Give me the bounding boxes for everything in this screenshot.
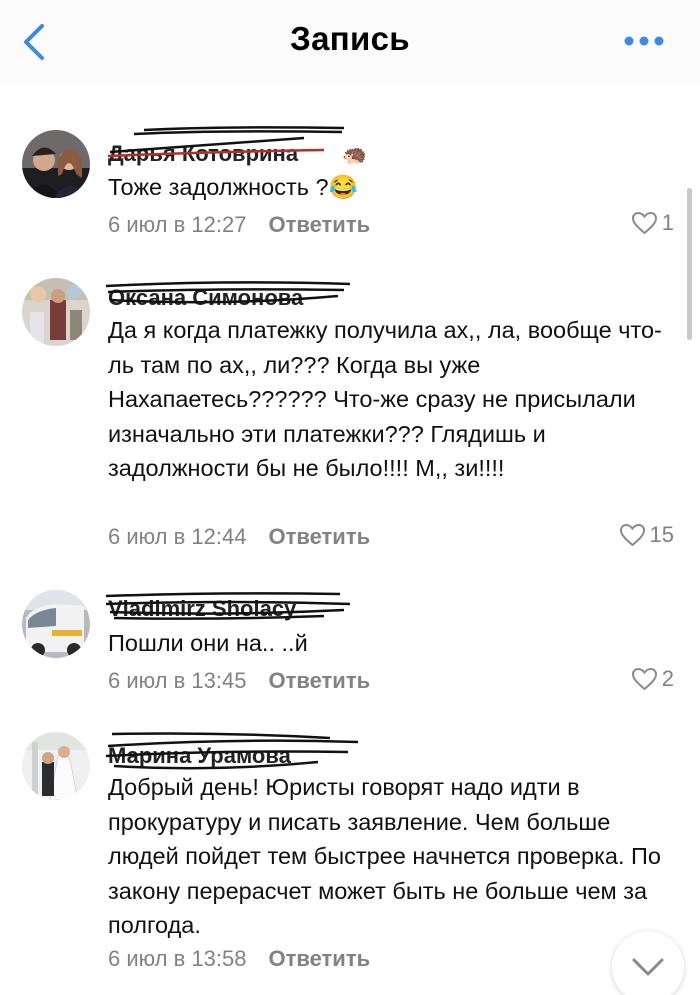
reply-button[interactable]: Ответить [268, 668, 370, 693]
like-count: 2 [661, 666, 674, 691]
like-button[interactable]: 1 [631, 210, 674, 236]
comment-meta: 6 июл в 13:45 Ответить [108, 668, 370, 694]
comment-text: Добрый день! Юристы говорят надо идти в … [108, 774, 661, 938]
reply-button[interactable]: Ответить [268, 524, 370, 549]
scrollbar[interactable] [687, 188, 692, 340]
comment-text: Да я когда платежку получила ах,, ла, во… [108, 317, 662, 481]
comment-text: Пошли они на.. ..й [108, 630, 308, 656]
comment-text: Тоже задолжность ?😂 [108, 174, 358, 200]
heart-icon [619, 523, 645, 547]
avatar[interactable] [22, 278, 90, 346]
comment-time: 6 июл в 12:27 [108, 212, 247, 237]
comment-meta: 6 июл в 12:44 Ответить [108, 524, 370, 550]
avatar[interactable] [22, 130, 90, 198]
more-dots-icon [624, 36, 664, 46]
comment-time: 6 июл в 12:44 [108, 524, 247, 549]
hedgehog-emoji: 🦔 [342, 144, 367, 166]
reply-button[interactable]: Ответить [268, 212, 370, 237]
comment-author[interactable]: Дарья Котоврина [108, 141, 298, 167]
chevron-down-icon [632, 958, 664, 976]
heart-icon [631, 211, 657, 235]
like-count: 1 [661, 210, 674, 235]
more-button[interactable] [622, 34, 666, 48]
heart-icon [631, 667, 657, 691]
like-count: 15 [649, 522, 674, 547]
comment-author[interactable]: Vladimirz Sholacy [108, 596, 296, 622]
avatar[interactable] [22, 732, 90, 800]
like-button[interactable]: 15 [619, 522, 674, 548]
comment-time: 6 июл в 13:45 [108, 668, 247, 693]
comment-author[interactable]: Марина Урамова [108, 743, 291, 769]
comment-meta: 6 июл в 12:27 Ответить [108, 212, 370, 238]
comment-time: 6 июл в 13:58 [108, 946, 247, 971]
comment-author[interactable]: Оксана Симонова [108, 285, 303, 311]
avatar[interactable] [22, 590, 90, 658]
scroll-down-button[interactable] [612, 931, 684, 995]
navigation-bar: Запись [0, 0, 700, 84]
reply-button[interactable]: Ответить [268, 946, 370, 971]
page-title: Запись [290, 20, 410, 57]
like-button[interactable]: 2 [631, 666, 674, 692]
comment-meta: 6 июл в 13:58 Ответить [108, 946, 370, 972]
